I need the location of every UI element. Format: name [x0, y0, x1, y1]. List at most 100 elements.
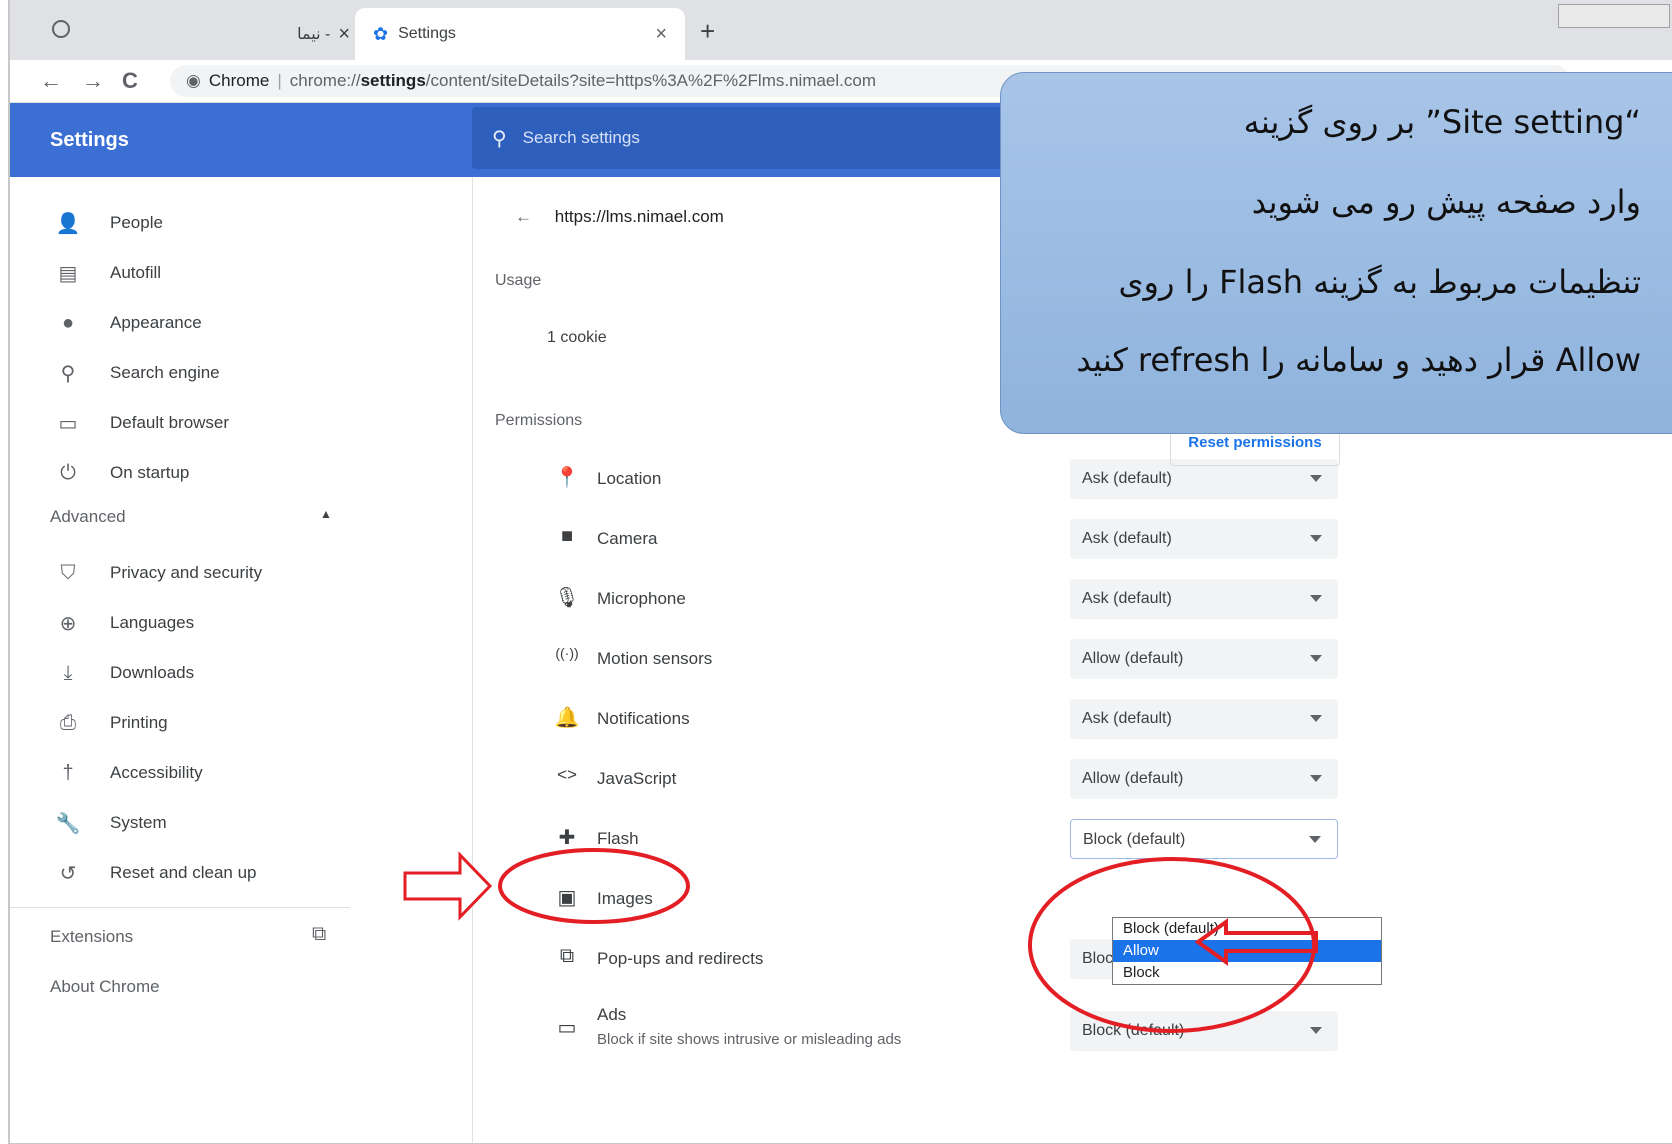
sidebar-item-label: About Chrome: [50, 977, 160, 996]
clipboard-icon: ▤: [58, 262, 78, 285]
tab-close-icon[interactable]: ×: [655, 23, 667, 46]
sidebar-item-default-browser[interactable]: ▭ Default browser: [10, 403, 472, 443]
sidebar-item-label: Extensions: [50, 927, 134, 946]
callout-line: تنظیمات مربوط به گزینه Flash را روی: [1118, 263, 1641, 301]
window-controls[interactable]: [1558, 4, 1670, 28]
select-value: Ask (default): [1082, 470, 1172, 487]
dropdown-option-selected[interactable]: Allow: [1113, 940, 1381, 962]
forward-button[interactable]: →: [82, 68, 104, 94]
divider: [10, 907, 350, 908]
tab-close-icon[interactable]: ×: [338, 23, 350, 46]
permission-label: JavaScript: [597, 769, 677, 788]
sidebar-item-accessibility[interactable]: † Accessibility: [10, 753, 472, 793]
select-value: Allow (default): [1082, 770, 1184, 787]
sidebar-item-languages[interactable]: ⊕ Languages: [10, 603, 472, 643]
select-value: Block (default): [1083, 831, 1186, 848]
microphone-icon: 🎙: [554, 587, 580, 609]
new-tab-button[interactable]: +: [700, 16, 715, 47]
advanced-section-toggle[interactable]: Advanced: [50, 507, 126, 527]
sidebar-item-printing[interactable]: ⎙ Printing: [10, 703, 472, 743]
back-button[interactable]: ←: [40, 68, 62, 94]
sidebar: 👤 People ▤ Autofill ● Appearance ⚲ Searc…: [10, 177, 473, 1143]
open-new-icon: ⧉: [559, 945, 575, 967]
sidebar-item-extensions[interactable]: Extensions: [50, 927, 133, 947]
bell-icon: 🔔: [554, 707, 580, 729]
dropdown-arrow-icon: [1310, 475, 1322, 482]
palette-icon: ●: [61, 311, 75, 334]
sidebar-item-downloads[interactable]: ⤓ Downloads: [10, 653, 472, 693]
url-host: settings: [360, 71, 426, 90]
reload-button[interactable]: C: [122, 68, 138, 94]
globe-icon: [52, 20, 70, 38]
permission-label: Flash: [597, 829, 639, 848]
site-url: https://lms.nimael.com: [554, 207, 724, 226]
chrome-icon: ◉: [186, 71, 201, 90]
permission-label: Microphone: [597, 589, 686, 608]
dropdown-option[interactable]: Block: [1113, 962, 1381, 984]
tab-settings[interactable]: ✿ Settings ×: [355, 8, 685, 60]
sidebar-item-about[interactable]: About Chrome: [50, 977, 160, 997]
flash-select[interactable]: Block (default): [1070, 819, 1338, 859]
sidebar-item-people[interactable]: 👤 People: [10, 203, 472, 243]
dropdown-arrow-icon: [1310, 775, 1322, 782]
tab-strip: - نیما × ✿ Settings × +: [10, 0, 1672, 60]
select-value: Ask (default): [1082, 530, 1172, 547]
notifications-select[interactable]: Ask (default): [1070, 699, 1338, 739]
select-value: Ask (default): [1082, 590, 1172, 607]
permission-label: Camera: [597, 529, 658, 548]
permission-label: Location: [597, 469, 662, 488]
permission-row-camera: ■ Camera Ask (default): [485, 509, 1390, 569]
javascript-select[interactable]: Allow (default): [1070, 759, 1338, 799]
select-value: Ask (default): [1082, 710, 1172, 727]
sidebar-item-on-startup[interactable]: ⏻ On startup: [10, 453, 472, 493]
image-icon: ▣: [557, 887, 577, 909]
sidebar-item-privacy[interactable]: ⛉ Privacy and security: [10, 553, 472, 593]
microphone-select[interactable]: Ask (default): [1070, 579, 1338, 619]
puzzle-icon: ✚: [558, 827, 576, 849]
camera-icon: ■: [560, 525, 574, 547]
usage-heading: Usage: [495, 272, 542, 289]
permissions-heading: Permissions: [495, 412, 583, 429]
chevron-up-icon[interactable]: ▲: [320, 507, 332, 521]
globe-icon: ⊕: [59, 612, 77, 635]
gear-icon: ✿: [373, 23, 389, 44]
sidebar-item-label: Privacy and security: [110, 563, 263, 582]
sidebar-item-reset[interactable]: ↺ Reset and clean up: [10, 853, 472, 893]
usage-value: 1 cookie: [547, 329, 607, 346]
search-icon: ⚲: [60, 362, 76, 385]
sidebar-item-label: Default browser: [110, 413, 230, 432]
back-arrow-icon[interactable]: ←: [515, 207, 532, 226]
tab-nima[interactable]: - نیما ×: [190, 8, 350, 60]
select-value: Block (default): [1082, 1022, 1185, 1039]
sidebar-item-label: People: [110, 213, 163, 232]
location-pin-icon: 📍: [554, 467, 580, 489]
site-header: ← https://lms.nimael.com: [515, 207, 724, 227]
sidebar-item-autofill[interactable]: ▤ Autofill: [10, 253, 472, 293]
select-value: Allow (default): [1082, 650, 1184, 667]
sidebar-item-label: Reset and clean up: [110, 863, 257, 882]
ads-select[interactable]: Block (default): [1070, 1011, 1338, 1051]
printer-icon: ⎙: [60, 711, 76, 734]
open-new-icon[interactable]: ⧉: [312, 923, 326, 946]
sidebar-item-label: Languages: [110, 613, 195, 632]
person-icon: 👤: [55, 212, 81, 235]
sidebar-item-label: Printing: [110, 713, 168, 732]
sidebar-item-label: On startup: [110, 463, 190, 482]
url-prefix: chrome://: [289, 71, 361, 90]
flash-dropdown-list[interactable]: Block (default) Allow Block: [1112, 917, 1382, 985]
permission-row-notifications: 🔔 Notifications Ask (default): [485, 689, 1390, 749]
sidebar-item-system[interactable]: 🔧 System: [10, 803, 472, 843]
permission-row-flash: ✚ Flash Block (default): [485, 809, 1390, 869]
permission-label: Motion sensors: [597, 649, 713, 668]
sidebar-item-appearance[interactable]: ● Appearance: [10, 303, 472, 343]
download-icon: ⤓: [63, 661, 73, 684]
dropdown-option[interactable]: Block (default): [1113, 918, 1381, 940]
sidebar-item-search-engine[interactable]: ⚲ Search engine: [10, 353, 472, 393]
permission-row-microphone: 🎙 Microphone Ask (default): [485, 569, 1390, 629]
camera-select[interactable]: Ask (default): [1070, 519, 1338, 559]
permission-row-javascript: <> JavaScript Allow (default): [485, 749, 1390, 809]
motion-sensors-select[interactable]: Allow (default): [1070, 639, 1338, 679]
callout-line: “Site setting” بر روی گزینه: [1243, 103, 1641, 141]
page-title: Settings: [50, 129, 129, 151]
sidebar-item-label: Accessibility: [110, 763, 203, 782]
